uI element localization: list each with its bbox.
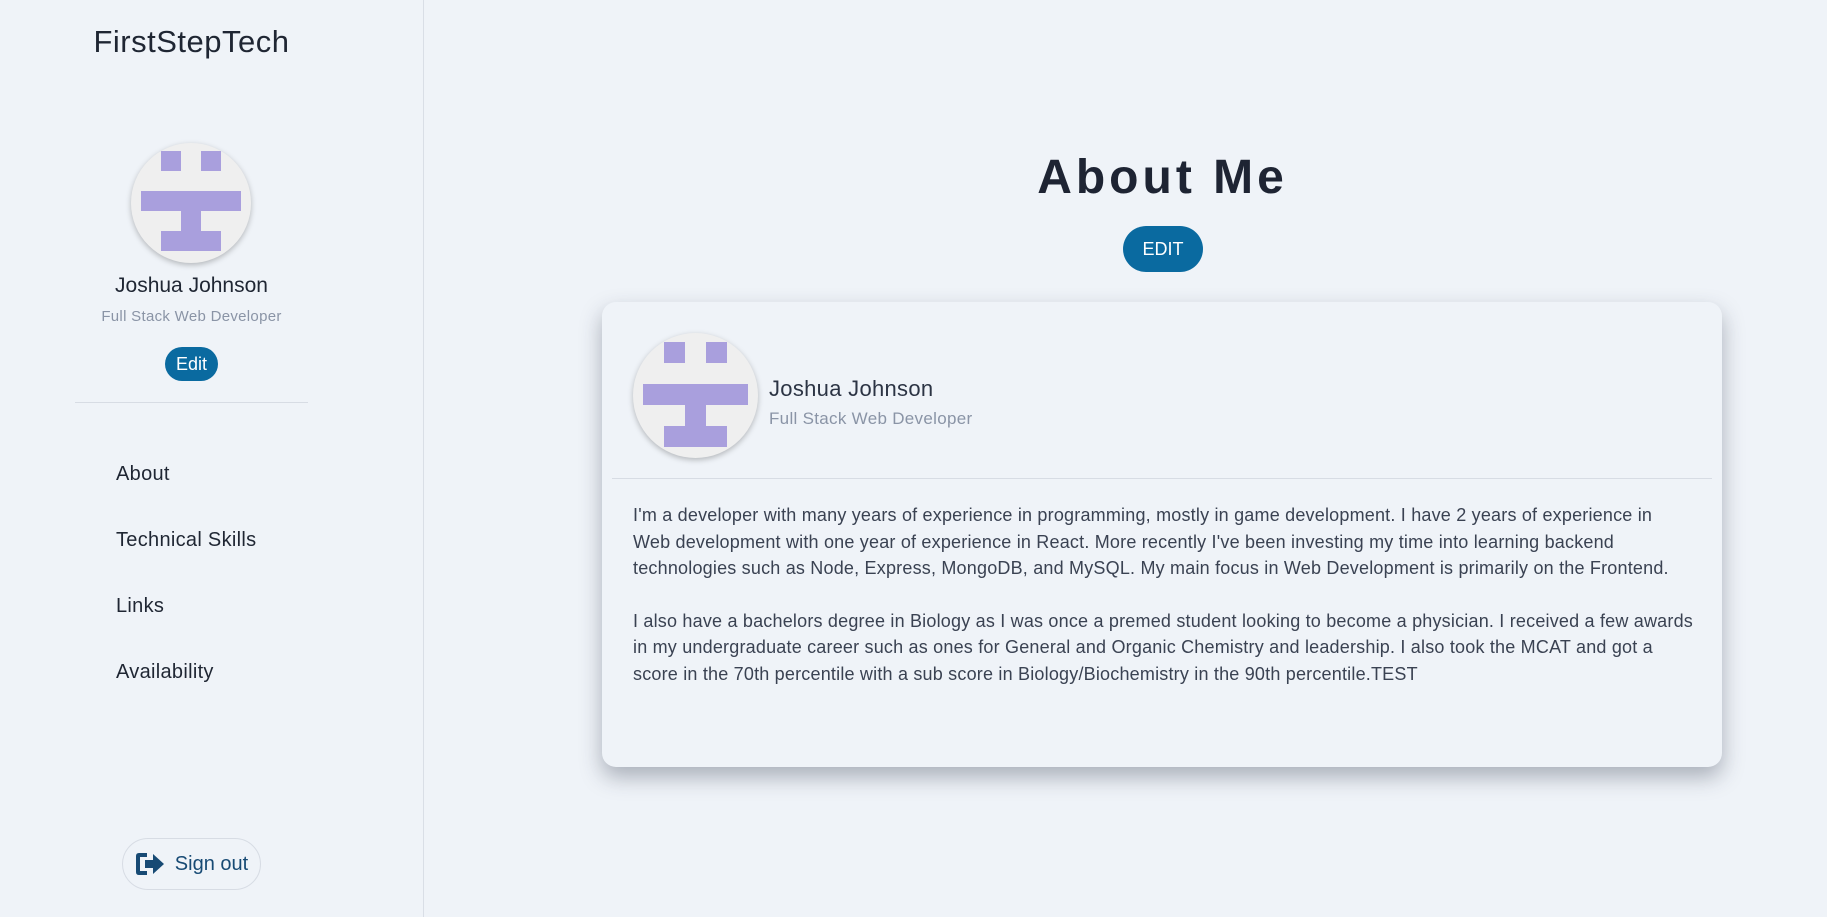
about-card: Joshua Johnson Full Stack Web Developer …: [602, 302, 1722, 767]
sign-out-button[interactable]: Sign out: [122, 838, 261, 890]
page-title: About Me: [1037, 151, 1288, 204]
sidebar-item-availability[interactable]: Availability: [116, 661, 256, 727]
app-root: FirstStepTech Joshua Johnson Full Stack …: [0, 0, 1827, 917]
sidebar-item-technical-skills[interactable]: Technical Skills: [116, 529, 256, 595]
card-profile-name: Joshua Johnson: [769, 376, 934, 401]
sign-out-label: Sign out: [174, 852, 249, 875]
brand-logo-text[interactable]: FirstStepTech: [0, 24, 383, 60]
about-paragraph: I also have a bachelors degree in Biolog…: [633, 610, 1693, 684]
sidebar-divider: [75, 402, 308, 403]
about-paragraph: I'm a developer with many years of exper…: [633, 505, 1669, 578]
profile-name: Joshua Johnson: [115, 274, 268, 297]
sidebar-nav: About Technical Skills Links Availabilit…: [116, 463, 256, 727]
sidebar: FirstStepTech Joshua Johnson Full Stack …: [0, 0, 424, 917]
sidebar-item-links[interactable]: Links: [116, 595, 256, 661]
card-divider: [612, 478, 1712, 479]
identicon-avatar-icon: [141, 151, 241, 251]
sign-out-icon: [135, 853, 164, 875]
about-text: I'm a developer with many years of exper…: [633, 502, 1693, 687]
profile-edit-button[interactable]: Edit: [165, 347, 218, 381]
profile-job-title: Full Stack Web Developer: [101, 308, 282, 325]
sidebar-item-about[interactable]: About: [116, 463, 256, 529]
card-avatar: [633, 333, 758, 458]
card-profile-title: Full Stack Web Developer: [769, 409, 973, 428]
about-edit-button[interactable]: EDIT: [1123, 226, 1203, 272]
profile-avatar: [131, 143, 251, 263]
identicon-avatar-icon: [643, 342, 748, 447]
